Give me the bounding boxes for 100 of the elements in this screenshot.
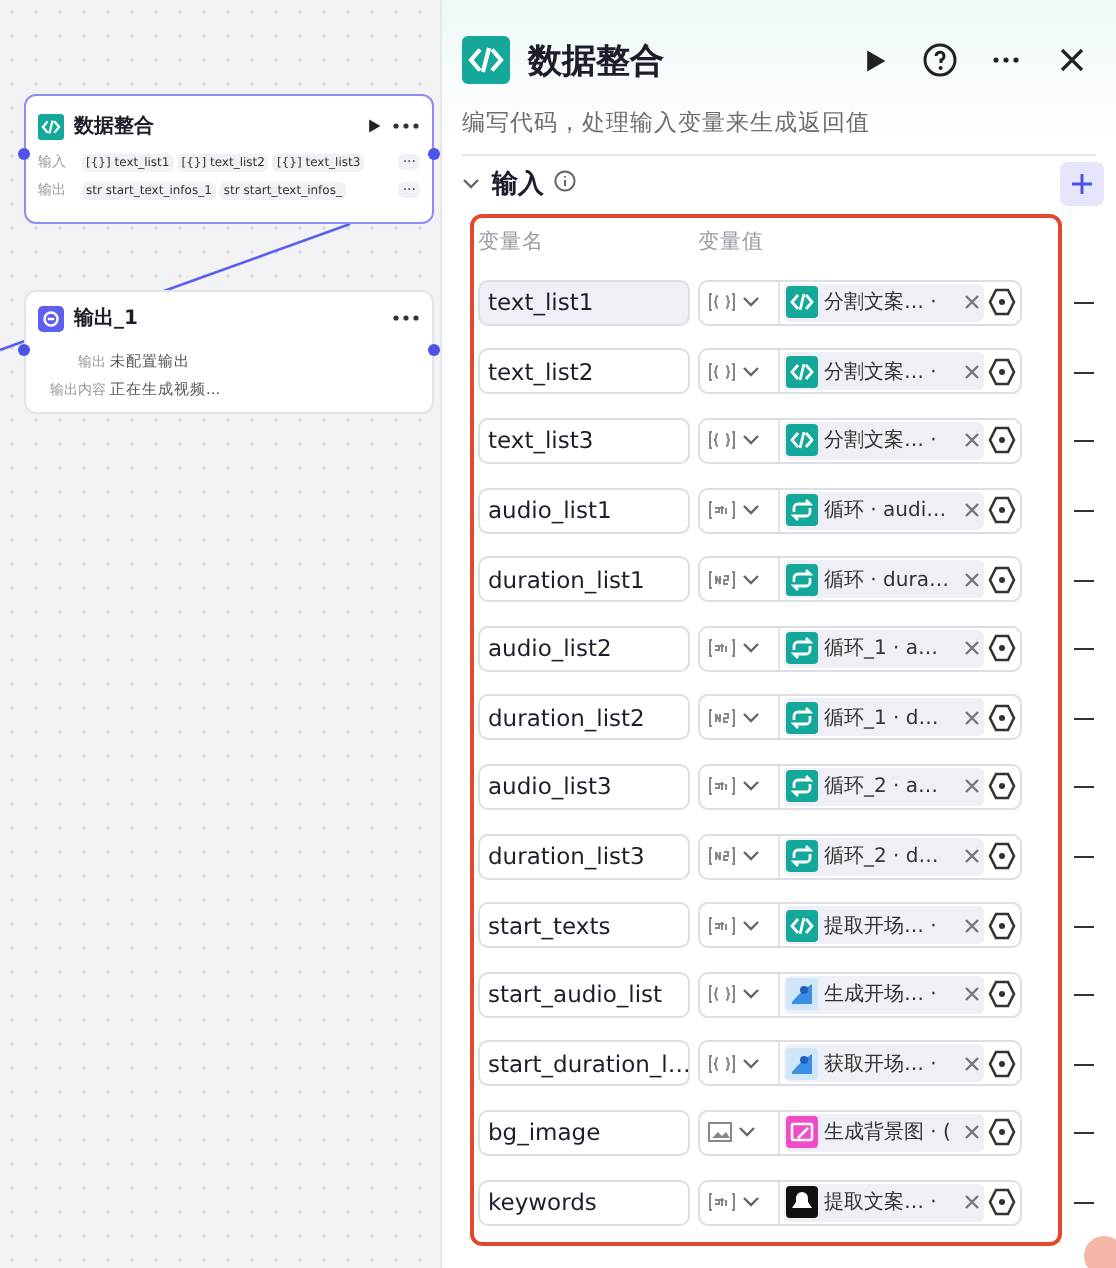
remove-icon[interactable] bbox=[964, 571, 980, 588]
variable-value-field[interactable]: 生成开场… · bbox=[698, 971, 1022, 1018]
variable-name-field[interactable]: duration_list1 bbox=[478, 556, 690, 603]
target-icon[interactable] bbox=[988, 1118, 1016, 1147]
remove-icon[interactable] bbox=[964, 1194, 980, 1211]
remove-icon[interactable] bbox=[964, 1124, 980, 1141]
remove-icon[interactable] bbox=[964, 363, 980, 380]
variable-name-field[interactable]: duration_list2 bbox=[478, 694, 690, 741]
variable-name-field[interactable]: audio_list1 bbox=[478, 487, 690, 534]
variable-value-field[interactable]: 分割文案… · bbox=[698, 417, 1022, 464]
image-edit-icon bbox=[786, 1116, 818, 1149]
reference-text: 循环_1 · a… bbox=[824, 636, 939, 663]
target-icon[interactable] bbox=[988, 911, 1016, 940]
code-icon bbox=[38, 113, 64, 139]
type-select[interactable] bbox=[704, 1111, 780, 1154]
target-icon[interactable] bbox=[988, 426, 1016, 455]
chevron-icon bbox=[742, 780, 760, 793]
target-icon[interactable] bbox=[988, 634, 1016, 663]
code-icon bbox=[786, 355, 818, 388]
target-icon[interactable] bbox=[988, 496, 1016, 525]
type-select[interactable] bbox=[704, 350, 780, 393]
variable-value-field[interactable]: 提取文案… · bbox=[698, 1179, 1022, 1226]
info-icon[interactable] bbox=[553, 169, 576, 191]
remove-icon[interactable] bbox=[964, 432, 980, 449]
variable-value-field[interactable]: 循环_1 · d… bbox=[698, 694, 1022, 741]
remove-icon[interactable] bbox=[964, 1055, 980, 1072]
variable-name-field[interactable]: start_audio_list bbox=[478, 971, 690, 1018]
variable-value-field[interactable]: 循环_2 · a… bbox=[698, 763, 1022, 810]
variable-value-field[interactable]: 循环 · audi… bbox=[698, 487, 1022, 534]
image-type-icon bbox=[708, 1122, 732, 1143]
remove-icon[interactable] bbox=[964, 709, 980, 726]
target-icon[interactable] bbox=[988, 842, 1016, 871]
variable-value-field[interactable]: 分割文案… · bbox=[698, 279, 1022, 326]
remove-icon[interactable] bbox=[964, 848, 980, 865]
target-icon[interactable] bbox=[988, 357, 1016, 386]
type-select[interactable] bbox=[704, 419, 780, 462]
reference-text: 生成背景图 · ( bbox=[824, 1119, 951, 1147]
target-icon[interactable] bbox=[988, 980, 1016, 1009]
type-select[interactable] bbox=[704, 973, 780, 1016]
target-icon[interactable] bbox=[988, 1188, 1016, 1217]
chevron-icon bbox=[742, 850, 760, 863]
remove-icon[interactable] bbox=[964, 986, 980, 1003]
port-line bbox=[1074, 510, 1094, 513]
remove-icon[interactable] bbox=[964, 502, 980, 519]
variable-name-field[interactable]: start_duration_l… bbox=[478, 1040, 690, 1087]
remove-icon[interactable] bbox=[964, 917, 980, 934]
chevron-icon bbox=[742, 988, 760, 1001]
chevron-icon bbox=[738, 1126, 756, 1139]
chevron-icon bbox=[742, 296, 760, 309]
type-select[interactable] bbox=[704, 489, 780, 532]
type-select[interactable] bbox=[704, 904, 780, 947]
variable-name-field[interactable]: bg_image bbox=[478, 1109, 690, 1156]
port-line bbox=[1074, 994, 1094, 997]
type-select[interactable] bbox=[704, 627, 780, 670]
array-string-type-icon bbox=[708, 776, 736, 797]
port-dot[interactable] bbox=[18, 344, 30, 356]
variable-name-field[interactable]: text_list3 bbox=[478, 417, 690, 464]
reference-text: 循环_1 · d… bbox=[824, 705, 939, 732]
variable-name-field[interactable]: text_list1 bbox=[478, 279, 690, 326]
port-dot[interactable] bbox=[18, 148, 30, 160]
variable-name-field[interactable]: keywords bbox=[478, 1179, 690, 1226]
variable-value-field[interactable]: 生成背景图 · ( bbox=[698, 1109, 1022, 1156]
remove-icon[interactable] bbox=[964, 778, 980, 795]
type-select[interactable] bbox=[704, 696, 780, 739]
remove-icon[interactable] bbox=[964, 294, 980, 311]
type-select[interactable] bbox=[704, 281, 780, 324]
target-icon[interactable] bbox=[988, 565, 1016, 594]
target-icon[interactable] bbox=[988, 288, 1016, 317]
variable-value-field[interactable]: 循环_1 · a… bbox=[698, 625, 1022, 672]
port-line bbox=[1074, 925, 1094, 928]
type-select[interactable] bbox=[704, 1042, 780, 1085]
variable-name-field[interactable]: audio_list2 bbox=[478, 625, 690, 672]
type-select[interactable] bbox=[704, 835, 780, 878]
type-select[interactable] bbox=[704, 765, 780, 808]
variable-name-field[interactable]: start_texts bbox=[478, 902, 690, 949]
variable-name-field[interactable]: audio_list3 bbox=[478, 763, 690, 810]
variable-value-field[interactable]: 循环_2 · d… bbox=[698, 833, 1022, 880]
target-icon[interactable] bbox=[988, 1049, 1016, 1078]
type-select[interactable] bbox=[704, 1181, 780, 1224]
remove-icon[interactable] bbox=[964, 640, 980, 657]
reference-text: 循环 · dura… bbox=[824, 567, 949, 594]
variable-value-field[interactable]: 获取开场… · bbox=[698, 1040, 1022, 1087]
target-icon[interactable] bbox=[988, 703, 1016, 732]
variable-value-field[interactable]: 提取开场… · bbox=[698, 902, 1022, 949]
reference-text: 分割文案… · bbox=[824, 289, 937, 317]
port-line bbox=[1074, 579, 1094, 582]
variable-value-field[interactable]: 循环 · dura… bbox=[698, 556, 1022, 603]
reference-text: 生成开场… · bbox=[824, 981, 937, 1009]
node-title: 输出_1 bbox=[74, 305, 140, 332]
type-select[interactable] bbox=[704, 558, 780, 601]
close-icon bbox=[1058, 46, 1086, 74]
column-header: 变量值 bbox=[698, 228, 766, 256]
variable-name-field[interactable]: text_list2 bbox=[478, 348, 690, 395]
variable-value-field[interactable]: 分割文案… · bbox=[698, 348, 1022, 395]
port-line bbox=[1074, 648, 1094, 651]
array-object-type-icon bbox=[708, 361, 736, 382]
add-button[interactable] bbox=[1060, 161, 1104, 205]
panel-title: 数据整合 bbox=[528, 39, 666, 83]
target-icon[interactable] bbox=[988, 772, 1016, 801]
variable-name-field[interactable]: duration_list3 bbox=[478, 833, 690, 880]
